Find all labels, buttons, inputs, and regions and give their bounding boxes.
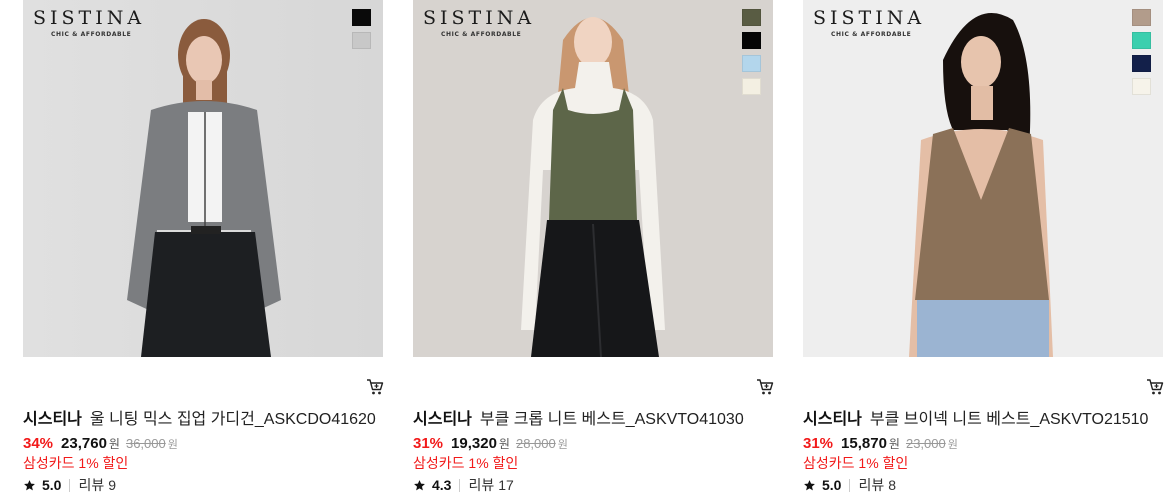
color-swatch[interactable] <box>742 55 761 72</box>
color-swatch[interactable] <box>742 32 761 49</box>
product-photo <box>23 0 383 357</box>
color-swatches <box>352 9 371 55</box>
product-card[interactable]: SISTINA CHIC & AFFORDABLE 시스티나 부클 크롭 니트 베… <box>413 0 775 496</box>
review-label: 리뷰 <box>858 477 885 493</box>
product-name: 부클 크롭 니트 베스트_ASKVTO41030 <box>479 411 744 428</box>
color-swatch[interactable] <box>352 9 371 26</box>
product-grid: SISTINA CHIC & AFFORDABLE 시스티나 울 니팅 믹스 집업… <box>0 0 1166 496</box>
original-currency-unit: 원 <box>947 439 958 451</box>
review-row: 5.0 리뷰 8 <box>803 477 896 494</box>
brand-logo-wordmark: SISTINA <box>813 7 926 29</box>
original-price: 23,000 <box>905 436 946 451</box>
product-title[interactable]: 시스티나 부클 브이넥 니트 베스트_ASKVTO21510 <box>803 410 1148 430</box>
color-swatches <box>1132 9 1151 101</box>
review-count: 9 <box>108 477 117 493</box>
discount-rate: 31% <box>803 435 834 452</box>
product-title[interactable]: 시스티나 부클 크롭 니트 베스트_ASKVTO41030 <box>413 410 744 430</box>
add-to-cart-button[interactable] <box>755 377 775 397</box>
price-row: 31% 15,870 원 23,000 원 <box>803 435 958 454</box>
price-row: 34% 23,760 원 36,000 원 <box>23 435 178 454</box>
discount-rate: 31% <box>413 435 444 452</box>
star-icon <box>414 480 425 491</box>
product-photo <box>413 0 773 357</box>
brand-logo-wordmark: SISTINA <box>423 7 536 29</box>
product-title[interactable]: 시스티나 울 니팅 믹스 집업 가디건_ASKCDO41620 <box>23 410 376 430</box>
rating-value: 5.0 <box>42 477 62 493</box>
card-promo: 삼성카드 1% 할인 <box>803 455 909 471</box>
color-swatch[interactable] <box>1132 32 1151 49</box>
review-label: 리뷰 <box>468 477 495 493</box>
brand-logo-tagline: CHIC & AFFORDABLE <box>441 31 522 38</box>
product-card[interactable]: SISTINA CHIC & AFFORDABLE 시스티나 울 니팅 믹스 집업… <box>23 0 385 496</box>
review-count: 8 <box>888 477 897 493</box>
currency-unit: 원 <box>498 437 510 451</box>
product-image[interactable]: SISTINA CHIC & AFFORDABLE <box>413 0 773 357</box>
brand-logo-tagline: CHIC & AFFORDABLE <box>51 31 132 38</box>
color-swatch[interactable] <box>742 9 761 26</box>
currency-unit: 원 <box>108 437 120 451</box>
original-currency-unit: 원 <box>167 439 178 451</box>
color-swatch[interactable] <box>1132 78 1151 95</box>
currency-unit: 원 <box>888 437 900 451</box>
product-photo <box>803 0 1163 357</box>
color-swatch[interactable] <box>1132 9 1151 26</box>
divider <box>459 479 461 492</box>
star-icon <box>804 480 815 491</box>
review-row: 4.3 리뷰 17 <box>413 477 514 494</box>
sale-price: 15,870 <box>841 435 887 452</box>
cart-icon <box>1147 379 1164 395</box>
brand-logo: SISTINA CHIC & AFFORDABLE <box>423 7 535 38</box>
color-swatches <box>742 9 761 101</box>
brand-logo: SISTINA CHIC & AFFORDABLE <box>33 7 145 38</box>
add-to-cart-button[interactable] <box>365 377 385 397</box>
rating-value: 4.3 <box>432 477 452 493</box>
discount-rate: 34% <box>23 435 54 452</box>
card-promo: 삼성카드 1% 할인 <box>23 455 129 471</box>
divider <box>69 479 71 492</box>
review-label: 리뷰 <box>78 477 105 493</box>
sale-price: 19,320 <box>451 435 497 452</box>
product-brand: 시스티나 <box>413 411 472 428</box>
product-name: 울 니팅 믹스 집업 가디건_ASKCDO41620 <box>89 411 376 428</box>
original-currency-unit: 원 <box>557 439 568 451</box>
product-brand: 시스티나 <box>23 411 82 428</box>
card-promo: 삼성카드 1% 할인 <box>413 455 519 471</box>
color-swatch[interactable] <box>742 78 761 95</box>
product-card[interactable]: SISTINA CHIC & AFFORDABLE 시스티나 부클 브이넥 니트 … <box>803 0 1165 496</box>
add-to-cart-button[interactable] <box>1145 377 1165 397</box>
cart-icon <box>757 379 774 395</box>
star-icon <box>24 480 35 491</box>
sale-price: 23,760 <box>61 435 107 452</box>
original-price: 28,000 <box>515 436 556 451</box>
color-swatch[interactable] <box>1132 55 1151 72</box>
brand-logo-tagline: CHIC & AFFORDABLE <box>831 31 912 38</box>
brand-logo: SISTINA CHIC & AFFORDABLE <box>813 7 925 38</box>
rating-value: 5.0 <box>822 477 842 493</box>
review-row: 5.0 리뷰 9 <box>23 477 116 494</box>
price-row: 31% 19,320 원 28,000 원 <box>413 435 568 454</box>
product-image[interactable]: SISTINA CHIC & AFFORDABLE <box>23 0 383 357</box>
brand-logo-wordmark: SISTINA <box>33 7 146 29</box>
product-image[interactable]: SISTINA CHIC & AFFORDABLE <box>803 0 1163 357</box>
product-brand: 시스티나 <box>803 411 862 428</box>
divider <box>849 479 851 492</box>
product-name: 부클 브이넥 니트 베스트_ASKVTO21510 <box>869 411 1149 428</box>
color-swatch[interactable] <box>352 32 371 49</box>
review-count: 17 <box>498 477 514 493</box>
cart-icon <box>367 379 384 395</box>
original-price: 36,000 <box>125 436 166 451</box>
